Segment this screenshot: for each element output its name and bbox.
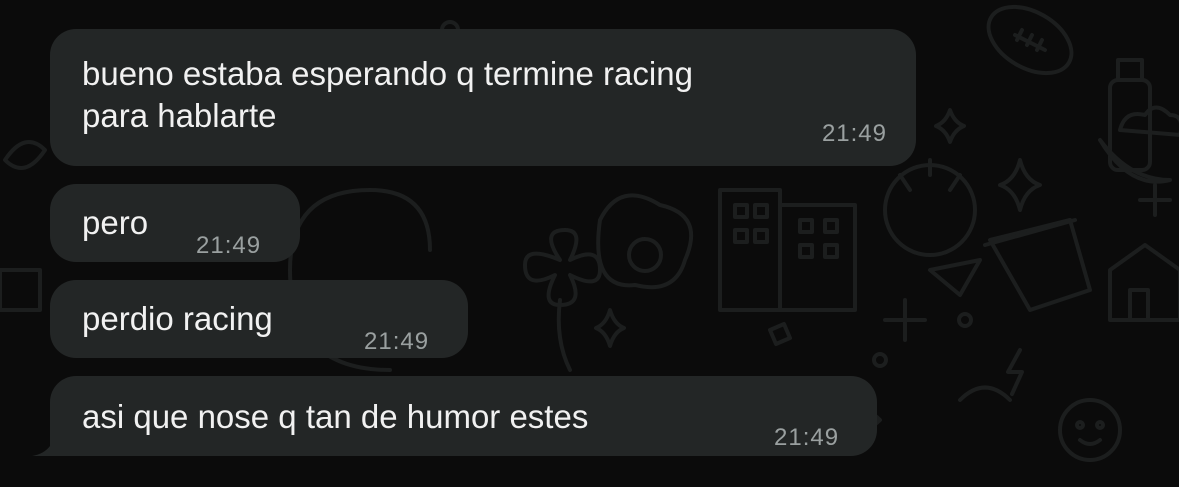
flower-doodle-icon — [523, 228, 602, 372]
message-timestamp: 21:49 — [821, 120, 887, 147]
house-doodle-icon — [1108, 243, 1179, 322]
message-bubble[interactable]: bueno estaba esperando q termine racing … — [50, 29, 916, 166]
football-doodle-icon — [986, 4, 1074, 76]
plane-doodle-icon — [928, 258, 982, 297]
cloud-doodle-icon — [1118, 105, 1179, 137]
message-timestamp: 21:49 — [774, 424, 840, 451]
sparkle-doodle-icon — [934, 108, 966, 144]
sun-doodle-icon — [883, 163, 977, 257]
bottle-doodle-icon — [1108, 58, 1152, 172]
message-bubble[interactable]: asi que nose q tan de humor estes 21:49 — [50, 376, 877, 456]
message-bubble[interactable]: perdio racing 21:49 — [50, 280, 468, 358]
message-timestamp: 21:49 — [364, 328, 430, 355]
leaf-doodle-icon — [3, 140, 47, 170]
bolt-doodle-icon — [1006, 348, 1024, 396]
chat-view[interactable]: bueno estaba esperando q termine racing … — [0, 0, 1179, 487]
face-doodle-icon — [1058, 398, 1122, 462]
egg-doodle-icon — [596, 193, 694, 290]
message-bubble[interactable]: pero 21:49 — [50, 184, 300, 262]
pot-doodle-icon — [983, 218, 1092, 312]
message-text: bueno estaba esperando q termine racing … — [82, 55, 693, 134]
cross-doodle-icon — [883, 298, 927, 342]
message-timestamp: 21:49 — [196, 232, 262, 259]
message-text: pero — [82, 204, 149, 241]
leaf-doodle-icon — [0, 268, 42, 312]
sparkle-doodle-icon — [998, 158, 1042, 212]
message-text: perdio racing — [82, 300, 273, 337]
sparkle-doodle-icon — [594, 308, 626, 348]
building-doodle-icon — [718, 188, 857, 312]
message-text: asi que nose q tan de humor estes — [82, 398, 589, 435]
banana-doodle-icon — [1098, 138, 1172, 184]
